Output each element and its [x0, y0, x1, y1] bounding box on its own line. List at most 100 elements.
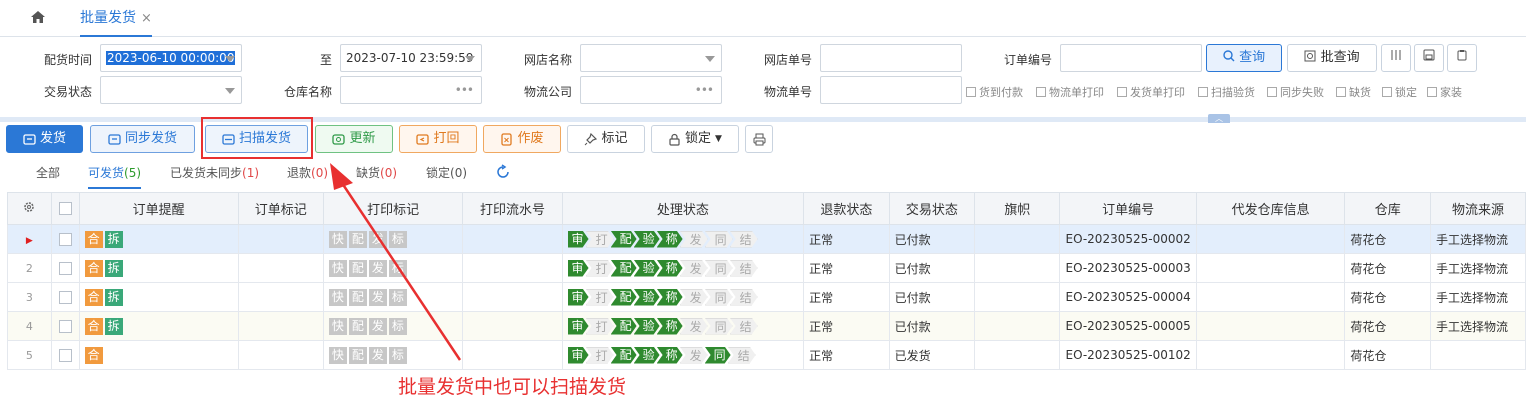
return-icon [416, 133, 430, 145]
select-all-checkbox[interactable] [50, 192, 80, 225]
row-checkbox[interactable] [50, 224, 80, 254]
col-header[interactable]: 订单提醒 [78, 192, 239, 225]
col-header[interactable]: 交易状态 [888, 192, 976, 225]
remind-tag: 合 [84, 346, 103, 364]
sync-ship-button[interactable]: 同步发货 [90, 125, 195, 153]
pin-icon [585, 132, 598, 145]
row-checkbox[interactable] [50, 340, 80, 370]
table-row[interactable]: ▶ 合拆快配发标审打配验称发同结正常 已付款 EO-20230525-00002 荷花仓… [7, 224, 1526, 254]
checkbox-locked[interactable]: 锁定 [1382, 84, 1417, 100]
row-number: 5 [7, 340, 52, 370]
col-header[interactable]: 退款状态 [803, 192, 890, 225]
status-step: 审 [568, 347, 589, 364]
trade-status-select[interactable] [100, 76, 242, 104]
lock-dropdown-button[interactable]: 锁定 ▼ [651, 125, 739, 153]
row-number: 2 [7, 253, 52, 283]
print-back-button[interactable]: 打回 [399, 125, 477, 153]
filter-panel: 配货时间 2023-06-10 00:00:00 至 2023-07-10 23… [0, 38, 1526, 118]
table-row[interactable]: 3 合拆快配发标审打配验称发同结正常 已付款 EO-20230525-00004 荷花仓… [7, 282, 1526, 312]
void-button[interactable]: 作废 [483, 125, 561, 153]
tab-refund[interactable]: 退款(0) [287, 164, 328, 181]
order-mark-cell [237, 282, 324, 312]
mark-button[interactable]: 标记 [567, 125, 645, 153]
order-mark-cell [237, 340, 324, 370]
row-checkbox[interactable] [50, 282, 80, 312]
scan-ship-highlight [201, 117, 313, 159]
clipboard-icon[interactable] [1447, 44, 1477, 72]
col-header[interactable]: 处理状态 [561, 192, 805, 225]
tab-shippable[interactable]: 可发货(5) [88, 164, 142, 189]
refresh-icon[interactable] [495, 164, 511, 180]
print-tag: 配 [348, 346, 367, 364]
query-button[interactable]: 查询 [1206, 44, 1282, 72]
logistics-no-input[interactable] [820, 76, 962, 104]
shop-name-select[interactable] [580, 44, 722, 72]
col-header[interactable]: 订单编号 [1059, 192, 1197, 225]
col-header[interactable]: 打印流水号 [462, 192, 563, 225]
orders-table: 订单提醒 订单标记 打印标记 打印流水号 处理状态 退款状态 交易状态 旗帜 订… [7, 192, 1526, 370]
status-step: 配 [611, 347, 637, 364]
checkbox-logistics-printed[interactable]: 物流单打印 [1036, 84, 1104, 100]
checkbox-scan-inspect[interactable]: 扫描验货 [1198, 84, 1255, 100]
row-number-label: 4 [25, 320, 33, 333]
col-header[interactable]: 物流来源 [1430, 192, 1526, 225]
home-icon[interactable] [30, 10, 46, 24]
order-no-input[interactable] [1060, 44, 1202, 72]
row-checkbox[interactable] [50, 311, 80, 341]
checkbox-home-install[interactable]: 家装 [1427, 84, 1462, 100]
status-step: 验 [634, 347, 660, 364]
dropship-warehouse-cell [1195, 224, 1346, 254]
print-tag: 发 [368, 288, 387, 306]
row-number-label: 3 [25, 291, 33, 304]
checkbox-invoice-printed[interactable]: 发货单打印 [1117, 84, 1185, 100]
col-header[interactable]: 仓库 [1344, 192, 1432, 225]
status-step: 同 [705, 318, 733, 335]
void-icon [501, 132, 513, 146]
shop-order-input[interactable] [820, 44, 962, 72]
columns-icon[interactable] [1381, 44, 1411, 72]
status-step: 配 [611, 260, 637, 277]
row-checkbox[interactable] [50, 253, 80, 283]
checkbox-sync-failed[interactable]: 同步失败 [1267, 84, 1324, 100]
close-icon[interactable]: × [141, 11, 152, 26]
print-tag: 发 [368, 230, 387, 248]
status-step: 打 [586, 231, 614, 248]
checkbox-out-of-stock[interactable]: 缺货 [1336, 84, 1371, 100]
tab-shipped-unsynced[interactable]: 已发货未同步(1) [170, 164, 259, 181]
table-row[interactable]: 5 合快配发标审打配验称发同结正常 已发货 EO-20230525-00102 荷花仓 [7, 340, 1526, 370]
order-number-cell: EO-20230525-00005 [1059, 311, 1197, 341]
logistics-source-cell: 手工选择物流 [1430, 311, 1526, 341]
process-status-cell: 审打配验称发同结 [561, 253, 805, 283]
checkbox-cod[interactable]: 货到付款 [966, 84, 1023, 100]
table-row[interactable]: 4 合拆快配发标审打配验称发同结正常 已付款 EO-20230525-00005 荷花仓… [7, 311, 1526, 341]
status-step: 发 [680, 318, 708, 335]
save-icon[interactable] [1414, 44, 1444, 72]
tab-batch-ship[interactable]: 批量发货 × [80, 0, 152, 37]
warehouse-picker[interactable]: ••• [340, 76, 482, 104]
settings-gear-icon[interactable] [7, 192, 52, 225]
print-button[interactable] [745, 125, 773, 153]
tab-all[interactable]: 全部 [36, 164, 60, 181]
print-tag: 配 [348, 230, 367, 248]
col-header[interactable]: 代发仓库信息 [1195, 192, 1346, 225]
update-button[interactable]: 更新 [315, 125, 393, 153]
status-step: 验 [634, 289, 660, 306]
date-from-field[interactable]: 2023-06-10 00:00:00 [100, 44, 242, 72]
status-step: 配 [611, 318, 637, 335]
col-header[interactable]: 打印标记 [322, 192, 464, 225]
table-row[interactable]: 2 合拆快配发标审打配验称发同结正常 已付款 EO-20230525-00003 荷花仓… [7, 253, 1526, 283]
collapse-icon[interactable]: ︿ [1208, 114, 1230, 123]
tab-locked[interactable]: 锁定(0) [426, 164, 467, 181]
col-header[interactable]: 订单标记 [237, 192, 324, 225]
order-number-cell: EO-20230525-00102 [1059, 340, 1197, 370]
logistics-company-picker[interactable]: ••• [580, 76, 722, 104]
ship-button[interactable]: 发货 [6, 125, 83, 153]
print-tag: 标 [388, 259, 407, 277]
col-header[interactable]: 旗帜 [974, 192, 1061, 225]
caret-down-icon: ▼ [715, 134, 722, 144]
date-to-field[interactable]: 2023-07-10 23:59:59 [340, 44, 482, 72]
batch-query-button[interactable]: 批查询 [1287, 44, 1377, 72]
tab-bar: 批量发货 × [0, 0, 1526, 37]
status-step: 结 [730, 260, 758, 277]
tab-out-of-stock[interactable]: 缺货(0) [356, 164, 397, 181]
